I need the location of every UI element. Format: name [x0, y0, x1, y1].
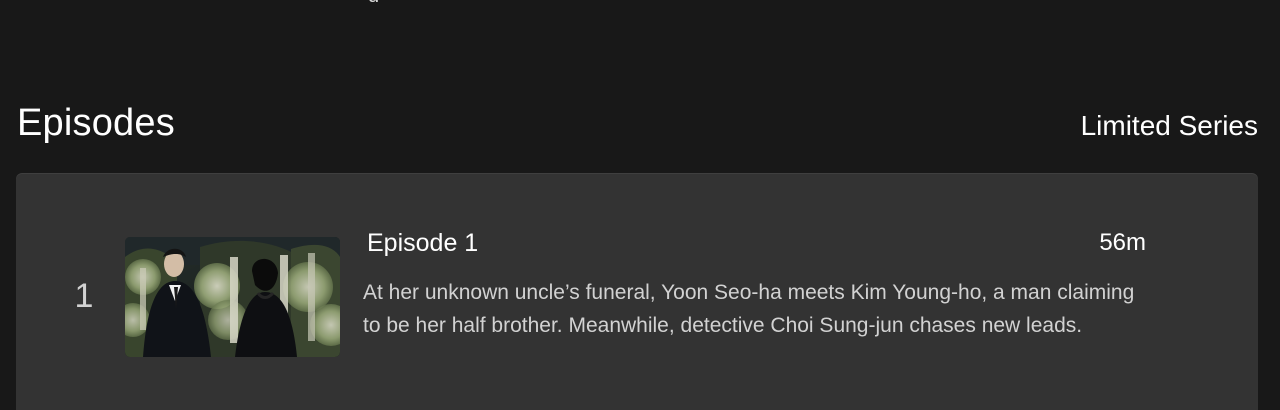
episodes-header: Episodes Limited Series — [17, 98, 1258, 158]
episode-thumbnail-icon — [125, 237, 340, 357]
top-partial-text: g — [368, 0, 388, 2]
episode-number: 1 — [74, 277, 94, 315]
episodes-page: g Episodes Limited Series 1 — [0, 0, 1280, 410]
episode-duration: 56m — [1099, 229, 1146, 256]
top-partial-text-label: g — [368, 0, 388, 2]
episode-thumbnail[interactable] — [125, 237, 340, 357]
episode-card[interactable]: 1 Episode 1 56m At her unknown uncle’s f… — [16, 173, 1258, 410]
series-type-label: Limited Series — [1080, 110, 1258, 141]
episodes-title: Episodes — [17, 102, 175, 144]
episode-synopsis: At her unknown uncle’s funeral, Yoon Seo… — [363, 281, 1135, 337]
episode-title: Episode 1 — [367, 229, 479, 257]
